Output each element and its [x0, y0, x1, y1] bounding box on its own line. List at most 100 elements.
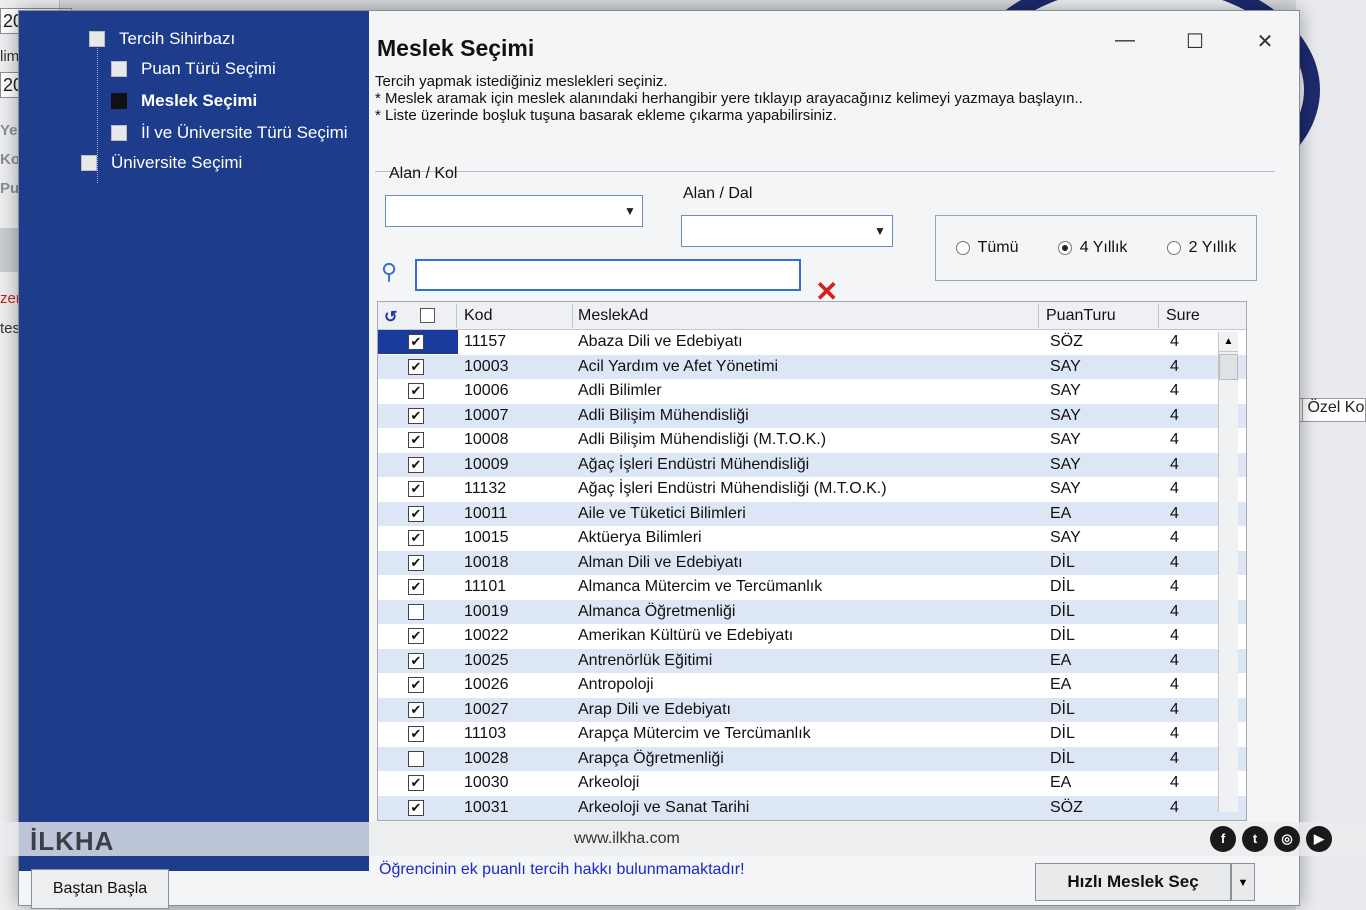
- table-row[interactable]: ✔ 10007 Adli Bilişim Mühendisliği SAY 4: [378, 403, 1246, 428]
- row-checkbox[interactable]: ✔: [408, 775, 424, 791]
- table-row[interactable]: ✔ 10030 Arkeoloji EA 4: [378, 771, 1246, 796]
- row-checkbox[interactable]: ✔: [408, 579, 424, 595]
- radio-dot-icon[interactable]: [1166, 241, 1181, 255]
- row-checkbox[interactable]: ✔: [408, 432, 424, 448]
- table-row[interactable]: ✔ 10006 Adli Bilimler SAY 4: [378, 379, 1246, 404]
- chevron-down-icon[interactable]: ▼: [618, 196, 642, 226]
- bastan-basla-button[interactable]: Baştan Başla: [31, 869, 169, 909]
- cell-sure: 4: [1170, 578, 1179, 595]
- table-row[interactable]: 10019 Almanca Öğretmenliği DİL 4: [378, 599, 1246, 624]
- cell-meslek-ad: Arapça Öğretmenliği: [578, 749, 724, 767]
- row-checkbox[interactable]: ✔: [408, 701, 424, 718]
- row-checkbox[interactable]: [408, 603, 424, 620]
- table-row[interactable]: ✔ 10031 Arkeoloji ve Sanat Tarihi SÖZ 4: [378, 795, 1246, 820]
- scroll-thumb[interactable]: [1219, 354, 1238, 380]
- radio-2-yillik[interactable]: 2 Yıllık: [1166, 239, 1236, 257]
- cell-kod: 10007: [464, 406, 509, 424]
- table-row[interactable]: ✔ 10009 Ağaç İşleri Endüstri Mühendisliği S…: [378, 452, 1246, 477]
- step-label: Puan Türü Seçimi: [141, 59, 276, 78]
- close-button[interactable]: ✕: [1251, 29, 1279, 54]
- row-checkbox[interactable]: ✔: [408, 456, 424, 473]
- minimize-button[interactable]: —: [1111, 29, 1139, 52]
- radio-dot-selected-icon[interactable]: [1057, 241, 1072, 255]
- cell-sure: 4: [1170, 504, 1179, 522]
- column-meslek-ad[interactable]: MeslekAd: [578, 307, 648, 325]
- wizard-step-tercih-sihirbazi[interactable]: Tercih Sihirbazı: [89, 29, 235, 49]
- row-checkbox[interactable]: ✔: [408, 505, 424, 522]
- row-checkbox[interactable]: ✔: [408, 481, 424, 497]
- scroll-up-icon[interactable]: ▲: [1219, 332, 1238, 352]
- meslek-grid: ↺ Kod MeslekAd PuanTuru Sure ✔ 11157 Abaza…: [377, 301, 1247, 821]
- instagram-icon[interactable]: ◎: [1274, 826, 1300, 852]
- search-input[interactable]: [415, 259, 801, 291]
- cell-kod: 10019: [464, 602, 509, 620]
- step-box-active-icon: [111, 93, 127, 109]
- cell-kod: 10008: [464, 431, 509, 448]
- row-checkbox[interactable]: ✔: [408, 628, 424, 644]
- table-row[interactable]: ✔ 11103 Arapça Mütercim ve Tercümanlık DİL 4: [378, 722, 1246, 747]
- hizli-meslek-sec-button[interactable]: Hızlı Meslek Seç: [1035, 863, 1231, 901]
- table-row[interactable]: ✔ 10025 Antrenörlük Eğitimi EA 4: [378, 648, 1246, 673]
- twitter-icon[interactable]: t: [1242, 826, 1268, 852]
- chevron-down-icon[interactable]: ▼: [868, 216, 892, 246]
- table-row[interactable]: 10028 Arapça Öğretmenliği DİL 4: [378, 746, 1246, 771]
- cell-meslek-ad: Arap Dili ve Edebiyatı: [578, 700, 731, 718]
- row-checkbox[interactable]: ✔: [408, 334, 424, 350]
- search-icon: ⚲: [381, 259, 398, 284]
- grid-scrollbar[interactable]: ▲: [1218, 332, 1238, 812]
- radio-4-yillik[interactable]: 4 Yıllık: [1057, 239, 1127, 257]
- cell-sure: 4: [1170, 676, 1179, 693]
- table-row[interactable]: ✔ 11132 Ağaç İşleri Endüstri Mühendisliği …: [378, 477, 1246, 502]
- divider: [375, 171, 1275, 172]
- radio-dot-icon[interactable]: [955, 241, 970, 255]
- cell-meslek-ad: Adli Bilişim Mühendisliği (M.T.O.K.): [578, 431, 827, 448]
- table-row[interactable]: ✔ 10011 Aile ve Tüketici Bilimleri EA 4: [378, 501, 1246, 526]
- row-checkbox[interactable]: ✔: [408, 554, 424, 571]
- cell-sure: 4: [1170, 406, 1179, 424]
- cell-puan-turu: DİL: [1050, 627, 1075, 644]
- column-kod[interactable]: Kod: [464, 307, 492, 325]
- cell-sure: 4: [1170, 749, 1179, 767]
- facebook-icon[interactable]: f: [1210, 826, 1236, 852]
- row-checkbox[interactable]: ✔: [408, 652, 424, 669]
- table-row[interactable]: ✔ 10008 Adli Bilişim Mühendisliği (M.T.O.K…: [378, 428, 1246, 453]
- row-checkbox[interactable]: [408, 750, 424, 767]
- chevron-down-icon[interactable]: ▼: [1231, 863, 1255, 901]
- row-checkbox[interactable]: ✔: [408, 799, 424, 816]
- table-row[interactable]: ✔ 11157 Abaza Dili ve Edebiyatı SÖZ 4: [378, 330, 1246, 355]
- table-row[interactable]: ✔ 10027 Arap Dili ve Edebiyatı DİL 4: [378, 697, 1246, 722]
- cell-sure: 4: [1170, 627, 1179, 644]
- watermark-band: [0, 822, 1366, 856]
- table-row[interactable]: ✔ 10022 Amerikan Kültürü ve Edebiyatı DİL 4: [378, 624, 1246, 649]
- cell-kod: 10018: [464, 553, 509, 571]
- cell-puan-turu: EA: [1050, 676, 1072, 693]
- alan-kol-combo[interactable]: ▼: [385, 195, 643, 227]
- youtube-icon[interactable]: ▶: [1306, 826, 1332, 852]
- wizard-step-universite-secimi[interactable]: Üniversite Seçimi: [81, 153, 242, 173]
- table-row[interactable]: ✔ 10026 Antropoloji EA 4: [378, 673, 1246, 698]
- column-sure[interactable]: Sure: [1166, 307, 1200, 325]
- table-row[interactable]: ✔ 10003 Acil Yardım ve Afet Yönetimi SAY 4: [378, 354, 1246, 379]
- table-row[interactable]: ✔ 11101 Almanca Mütercim ve Tercümanlık DİL…: [378, 575, 1246, 600]
- cell-puan-turu: SAY: [1050, 431, 1081, 448]
- row-checkbox[interactable]: ✔: [408, 530, 424, 546]
- row-checkbox[interactable]: ✔: [408, 726, 424, 742]
- row-checkbox[interactable]: ✔: [408, 358, 424, 375]
- cell-meslek-ad: Arkeoloji ve Sanat Tarihi: [578, 798, 750, 816]
- column-puan-turu[interactable]: PuanTuru: [1046, 307, 1116, 325]
- row-checkbox[interactable]: ✔: [408, 383, 424, 399]
- wizard-step-il-universite-turu[interactable]: İl ve Üniversite Türü Seçimi: [111, 123, 348, 143]
- cell-meslek-ad: Arkeoloji: [578, 774, 640, 791]
- cell-puan-turu: SÖZ: [1050, 333, 1083, 350]
- maximize-button[interactable]: ☐: [1181, 29, 1209, 54]
- radio-tumu[interactable]: Tümü: [955, 239, 1019, 257]
- select-all-checkbox[interactable]: [420, 308, 435, 323]
- refresh-icon[interactable]: ↺: [384, 307, 397, 327]
- row-checkbox[interactable]: ✔: [408, 407, 424, 424]
- alan-dal-combo[interactable]: ▼: [681, 215, 893, 247]
- wizard-step-puan-turu[interactable]: Puan Türü Seçimi: [111, 59, 276, 79]
- table-row[interactable]: ✔ 10015 Aktüerya Bilimleri SAY 4: [378, 526, 1246, 551]
- row-checkbox[interactable]: ✔: [408, 677, 424, 693]
- wizard-step-meslek-secimi[interactable]: Meslek Seçimi: [111, 91, 257, 111]
- table-row[interactable]: ✔ 10018 Alman Dili ve Edebiyatı DİL 4: [378, 550, 1246, 575]
